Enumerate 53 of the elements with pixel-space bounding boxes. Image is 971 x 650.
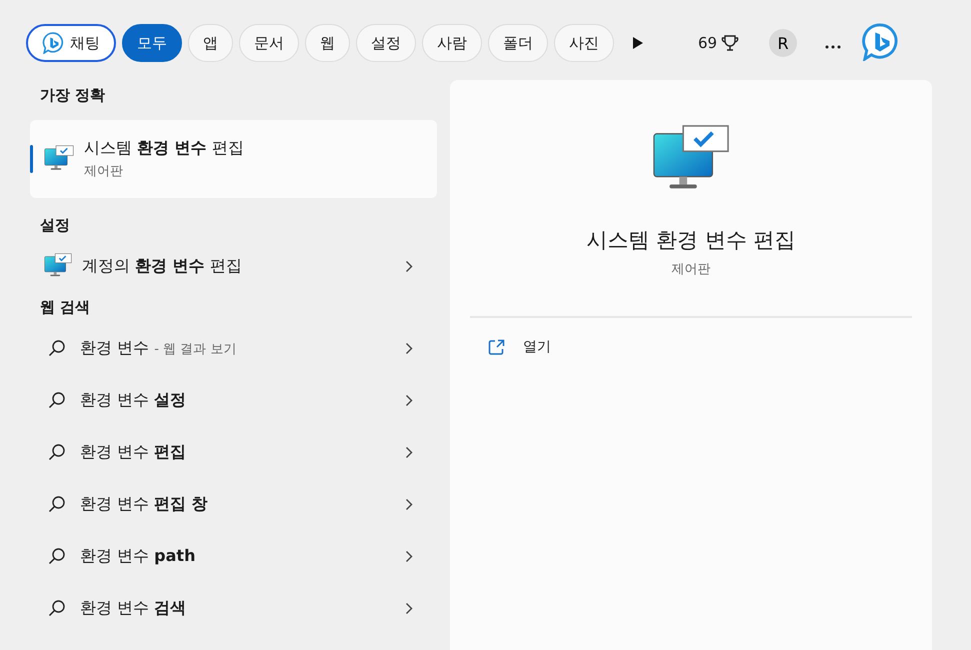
result-subtitle: 제어판 — [84, 163, 124, 180]
bing-logo-icon — [861, 22, 900, 60]
filter-tab[interactable]: 모두 — [122, 24, 182, 62]
result-title: 환경 변수 검색 — [80, 598, 188, 618]
result-title: 환경 변수 설정 — [80, 390, 188, 410]
section-heading: 설정 — [39, 214, 71, 236]
search-icon — [48, 339, 66, 357]
search-icon — [48, 495, 66, 513]
detail-title: 시스템 환경 변수 편집 — [586, 227, 796, 254]
web-search-result[interactable]: 환경 변수 편집 창 — [30, 478, 437, 530]
chevron-right-icon — [405, 498, 413, 510]
chevron-right-icon — [405, 260, 413, 272]
chevron-right-icon — [405, 602, 413, 614]
filter-tab[interactable]: 폴더 — [488, 24, 548, 62]
result-title: 환경 변수 편집 창 — [80, 494, 209, 514]
trophy-icon — [721, 34, 740, 52]
search-icon — [48, 391, 66, 409]
section-heading: 가장 정확 — [39, 84, 106, 106]
chevron-right-icon — [405, 446, 413, 458]
web-search-result[interactable]: 환경 변수 - 웹 결과 보기 — [30, 322, 437, 374]
account-avatar[interactable]: R — [769, 29, 798, 57]
chevron-right-icon — [405, 394, 413, 406]
search-icon — [48, 599, 66, 617]
chevron-right-icon — [405, 550, 413, 562]
chevron-right-icon — [405, 342, 413, 354]
detail-subtitle: 제어판 — [672, 261, 710, 278]
result-title: 환경 변수 - 웹 결과 보기 — [80, 338, 238, 358]
web-search-result[interactable]: 환경 변수 설정 — [30, 374, 437, 426]
filter-tab[interactable]: 설정 — [356, 24, 416, 62]
bing-button[interactable] — [861, 22, 900, 64]
filter-tab[interactable]: 사람 — [422, 24, 482, 62]
bing-logo-icon — [42, 32, 64, 54]
chat-button[interactable]: 채팅 — [26, 24, 116, 62]
search-icon — [48, 443, 66, 461]
result-title: 환경 변수 편집 — [80, 442, 188, 462]
filter-tab[interactable]: 문서 — [239, 24, 299, 62]
web-search-result[interactable]: 환경 변수 path — [30, 530, 437, 582]
result-title: 환경 변수 path — [80, 546, 196, 566]
filter-tab[interactable]: 사진 — [554, 24, 614, 62]
filter-tab[interactable]: 앱 — [188, 24, 233, 62]
open-action[interactable]: 열기 — [484, 334, 555, 360]
open-external-icon — [488, 338, 505, 356]
search-icon — [48, 547, 66, 565]
result-title: 계정의 환경 변수 편집 — [82, 256, 243, 276]
web-search-result[interactable]: 환경 변수 편집 — [30, 426, 437, 478]
web-search-result[interactable]: 환경 변수 검색 — [30, 582, 437, 634]
filter-tab[interactable]: 웹 — [305, 24, 350, 62]
section-heading: 웹 검색 — [39, 296, 92, 318]
result-title: 시스템 환경 변수 편집 — [84, 138, 244, 159]
play-icon[interactable] — [632, 36, 644, 50]
settings-result[interactable]: 계정의 환경 변수 편집 — [30, 240, 437, 292]
best-match-item[interactable]: 시스템 환경 변수 편집 제어판 — [30, 120, 437, 198]
rewards-points[interactable]: 69 — [698, 34, 740, 52]
